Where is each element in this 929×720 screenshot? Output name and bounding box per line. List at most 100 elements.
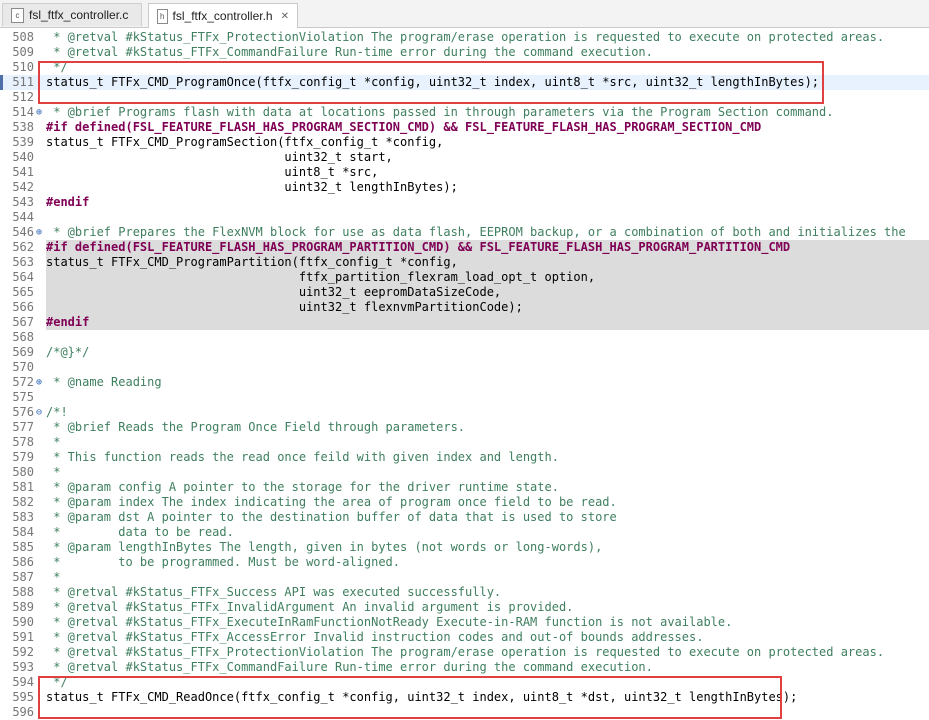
line-code: * xyxy=(46,465,61,479)
code-line[interactable]: 569 /*@}*/ xyxy=(0,345,929,360)
line-code: * @brief Programs flash with data at loc… xyxy=(46,105,834,119)
line-number: 511 xyxy=(12,75,34,89)
line-code: * @retval #kStatus_FTFx_CommandFailure R… xyxy=(46,660,653,674)
code-line[interactable]: 588 * @retval #kStatus_FTFx_Success API … xyxy=(0,585,929,600)
code-line[interactable]: 577 * @brief Reads the Program Once Fiel… xyxy=(0,420,929,435)
line-number: 590 xyxy=(12,615,34,629)
code-line[interactable]: 508 * @retval #kStatus_FTFx_ProtectionVi… xyxy=(0,30,929,45)
line-code: #if defined(FSL_FEATURE_FLASH_HAS_PROGRA… xyxy=(46,240,929,255)
tab-fsl-ftfx-controller-h[interactable]: h fsl_ftfx_controller.h ✕ xyxy=(148,3,298,28)
code-line[interactable]: 564 ftfx_partition_flexram_load_opt_t op… xyxy=(0,270,929,285)
line-number: 541 xyxy=(12,165,34,179)
line-code: * to be programmed. Must be word-aligned… xyxy=(46,555,401,569)
code-line[interactable]: 594 */ xyxy=(0,675,929,690)
code-line[interactable]: 591 * @retval #kStatus_FTFx_AccessError … xyxy=(0,630,929,645)
code-line[interactable]: 592 * @retval #kStatus_FTFx_ProtectionVi… xyxy=(0,645,929,660)
line-code: * @param config A pointer to the storage… xyxy=(46,480,559,494)
code-line[interactable]: 570 xyxy=(0,360,929,375)
code-line[interactable]: 581 * @param config A pointer to the sto… xyxy=(0,480,929,495)
line-number: 569 xyxy=(12,345,34,359)
line-number: 508 xyxy=(12,30,34,44)
line-code: * @retval #kStatus_FTFx_ExecuteInRamFunc… xyxy=(46,615,733,629)
code-line[interactable]: 582 * @param index The index indicating … xyxy=(0,495,929,510)
code-line[interactable]: 580 * xyxy=(0,465,929,480)
code-line[interactable]: 578 * xyxy=(0,435,929,450)
line-number: 543 xyxy=(12,195,34,209)
line-code: * xyxy=(46,570,61,584)
line-code: #endif xyxy=(46,315,929,330)
line-code: ftfx_partition_flexram_load_opt_t option… xyxy=(46,270,929,285)
line-number: 542 xyxy=(12,180,34,194)
code-line[interactable]: 586 * to be programmed. Must be word-ali… xyxy=(0,555,929,570)
line-number: 579 xyxy=(12,450,34,464)
line-number: 581 xyxy=(12,480,34,494)
line-code: * @retval #kStatus_FTFx_ProtectionViolat… xyxy=(46,645,885,659)
code-line[interactable]: 546 ⊕ * @brief Prepares the FlexNVM block… xyxy=(0,225,929,240)
code-line[interactable]: 542 uint32_t lengthInBytes); xyxy=(0,180,929,195)
code-line[interactable]: 593 * @retval #kStatus_FTFx_CommandFailu… xyxy=(0,660,929,675)
line-number: 572 xyxy=(12,375,34,389)
code-line[interactable]: 579 * This function reads the read once … xyxy=(0,450,929,465)
line-number: 593 xyxy=(12,660,34,674)
line-number: 582 xyxy=(12,495,34,509)
code-editor[interactable]: 508 * @retval #kStatus_FTFx_ProtectionVi… xyxy=(0,28,929,720)
code-line[interactable]: 572 ⊕ * @name Reading xyxy=(0,375,929,390)
code-line[interactable]: 510 */ xyxy=(0,60,929,75)
code-line[interactable]: 595 status_t FTFx_CMD_ReadOnce(ftfx_confi… xyxy=(0,690,929,705)
line-code: * @param index The index indicating the … xyxy=(46,495,617,509)
line-number: 540 xyxy=(12,150,34,164)
code-line[interactable]: 566 uint32_t flexnvmPartitionCode); xyxy=(0,300,929,315)
line-number: 563 xyxy=(12,255,34,269)
code-line[interactable]: 538 #if defined(FSL_FEATURE_FLASH_HAS_PRO… xyxy=(0,120,929,135)
code-line[interactable]: 512 xyxy=(0,90,929,105)
line-number: 544 xyxy=(12,210,34,224)
line-number: 565 xyxy=(12,285,34,299)
line-code: * @name Reading xyxy=(46,375,162,389)
collapse-fold-icon[interactable]: ⊖ xyxy=(34,405,44,420)
line-number: 512 xyxy=(12,90,34,104)
line-number: 514 xyxy=(12,105,34,119)
close-icon[interactable]: ✕ xyxy=(281,11,289,22)
line-number: 568 xyxy=(12,330,34,344)
code-line[interactable]: 540 uint32_t start, xyxy=(0,150,929,165)
code-line[interactable]: 539 status_t FTFx_CMD_ProgramSection(ftfx… xyxy=(0,135,929,150)
line-number: 510 xyxy=(12,60,34,74)
code-line[interactable]: 563 status_t FTFx_CMD_ProgramPartition(ft… xyxy=(0,255,929,270)
line-number: 580 xyxy=(12,465,34,479)
code-line[interactable]: 567 #endif xyxy=(0,315,929,330)
line-code: #endif xyxy=(46,195,90,209)
expand-fold-icon[interactable]: ⊕ xyxy=(34,105,44,120)
code-line[interactable]: 589 * @retval #kStatus_FTFx_InvalidArgum… xyxy=(0,600,929,615)
code-line[interactable]: 584 * data to be read. xyxy=(0,525,929,540)
h-file-icon: h xyxy=(157,8,168,24)
line-number: 567 xyxy=(12,315,34,329)
line-code: * @brief Prepares the FlexNVM block for … xyxy=(46,225,906,239)
line-number: 539 xyxy=(12,135,34,149)
code-line[interactable]: 541 uint8_t *src, xyxy=(0,165,929,180)
code-line[interactable]: 562 #if defined(FSL_FEATURE_FLASH_HAS_PRO… xyxy=(0,240,929,255)
line-code: * @param lengthInBytes The length, given… xyxy=(46,540,603,554)
code-line[interactable]: 585 * @param lengthInBytes The length, g… xyxy=(0,540,929,555)
code-line[interactable]: 596 xyxy=(0,705,929,720)
expand-fold-icon[interactable]: ⊕ xyxy=(34,225,44,240)
c-file-icon: c xyxy=(11,7,24,23)
code-line[interactable]: 514 ⊕ * @brief Programs flash with data a… xyxy=(0,105,929,120)
code-line[interactable]: 587 * xyxy=(0,570,929,585)
code-line[interactable]: 583 * @param dst A pointer to the destin… xyxy=(0,510,929,525)
line-code: uint32_t eepromDataSizeCode, xyxy=(46,285,929,300)
line-number: 596 xyxy=(12,705,34,719)
code-line[interactable]: 543 #endif xyxy=(0,195,929,210)
line-number: 584 xyxy=(12,525,34,539)
line-number: 586 xyxy=(12,555,34,569)
expand-fold-icon[interactable]: ⊕ xyxy=(34,375,44,390)
code-line[interactable]: 565 uint32_t eepromDataSizeCode, xyxy=(0,285,929,300)
tab-fsl-ftfx-controller-c[interactable]: c fsl_ftfx_controller.c xyxy=(2,3,142,26)
code-line[interactable]: 590 * @retval #kStatus_FTFx_ExecuteInRam… xyxy=(0,615,929,630)
code-line[interactable]: 568 xyxy=(0,330,929,345)
code-line[interactable]: 509 * @retval #kStatus_FTFx_CommandFailu… xyxy=(0,45,929,60)
code-line[interactable]: 544 xyxy=(0,210,929,225)
code-line[interactable]: 575 xyxy=(0,390,929,405)
code-line[interactable]: 511 status_t FTFx_CMD_ProgramOnce(ftfx_co… xyxy=(0,75,929,90)
line-code: /*@}*/ xyxy=(46,345,90,359)
code-line[interactable]: 576 ⊖/*! xyxy=(0,405,929,420)
